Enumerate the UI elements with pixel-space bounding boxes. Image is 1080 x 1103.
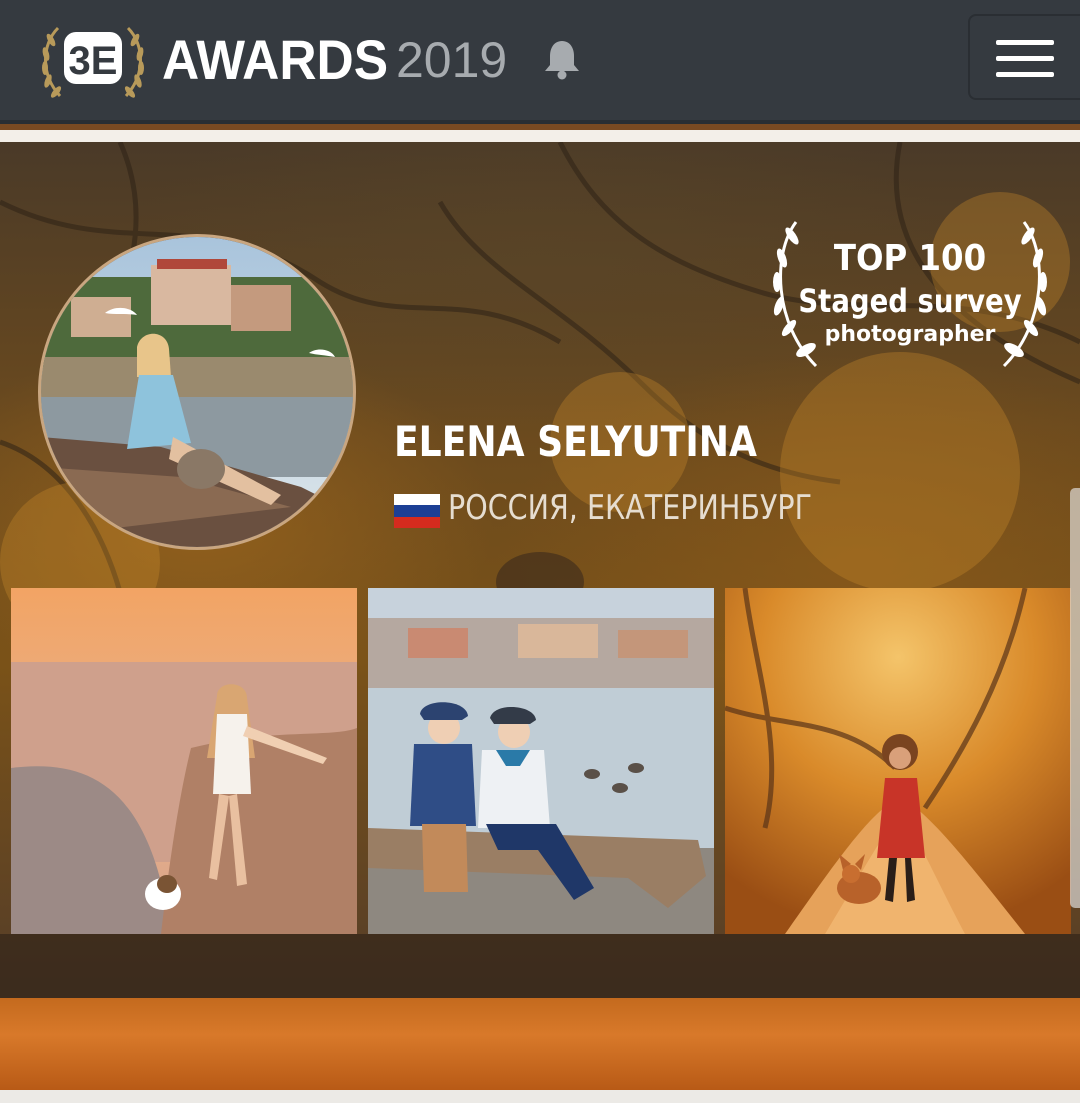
badge-category: Staged survey: [798, 282, 1022, 320]
menu-line-icon: [996, 56, 1054, 61]
gallery-photo-beach[interactable]: [11, 588, 357, 934]
gallery-band: [0, 934, 1080, 998]
photographer-name[interactable]: ELENA SELYUTINA: [394, 418, 757, 466]
scrollbar[interactable]: [1070, 488, 1080, 908]
top-bar: 3E AWARDS 2019: [0, 0, 1080, 124]
logo-text: 3E: [69, 39, 118, 83]
menu-line-icon: [996, 40, 1054, 45]
photographer-location: РОССИЯ, ЕКАТЕРИНБУРГ: [448, 488, 813, 528]
top100-award-badge: TOP 100 Staged survey photographer: [762, 214, 1058, 376]
badge-title: TOP 100: [833, 238, 987, 279]
laurel-logo-icon[interactable]: 3E: [36, 18, 150, 104]
header-divider: [0, 124, 1080, 142]
profile-hero: ELENA SELYUTINA РОССИЯ, ЕКАТЕРИНБУРГ TOP…: [0, 142, 1080, 1090]
badge-role: photographer: [824, 322, 996, 347]
profile-avatar[interactable]: [38, 234, 356, 550]
bell-icon[interactable]: [542, 38, 582, 80]
brand-title[interactable]: AWARDS: [162, 30, 388, 90]
menu-line-icon: [996, 72, 1054, 77]
gallery-photo-girl-fox[interactable]: [725, 588, 1071, 934]
awards-year: 2019: [396, 32, 508, 88]
gallery-photo-boys-log[interactable]: [368, 588, 714, 934]
hamburger-menu-button[interactable]: [968, 14, 1080, 100]
autumn-ground: [0, 998, 1080, 1090]
russia-flag-icon: [394, 494, 440, 528]
